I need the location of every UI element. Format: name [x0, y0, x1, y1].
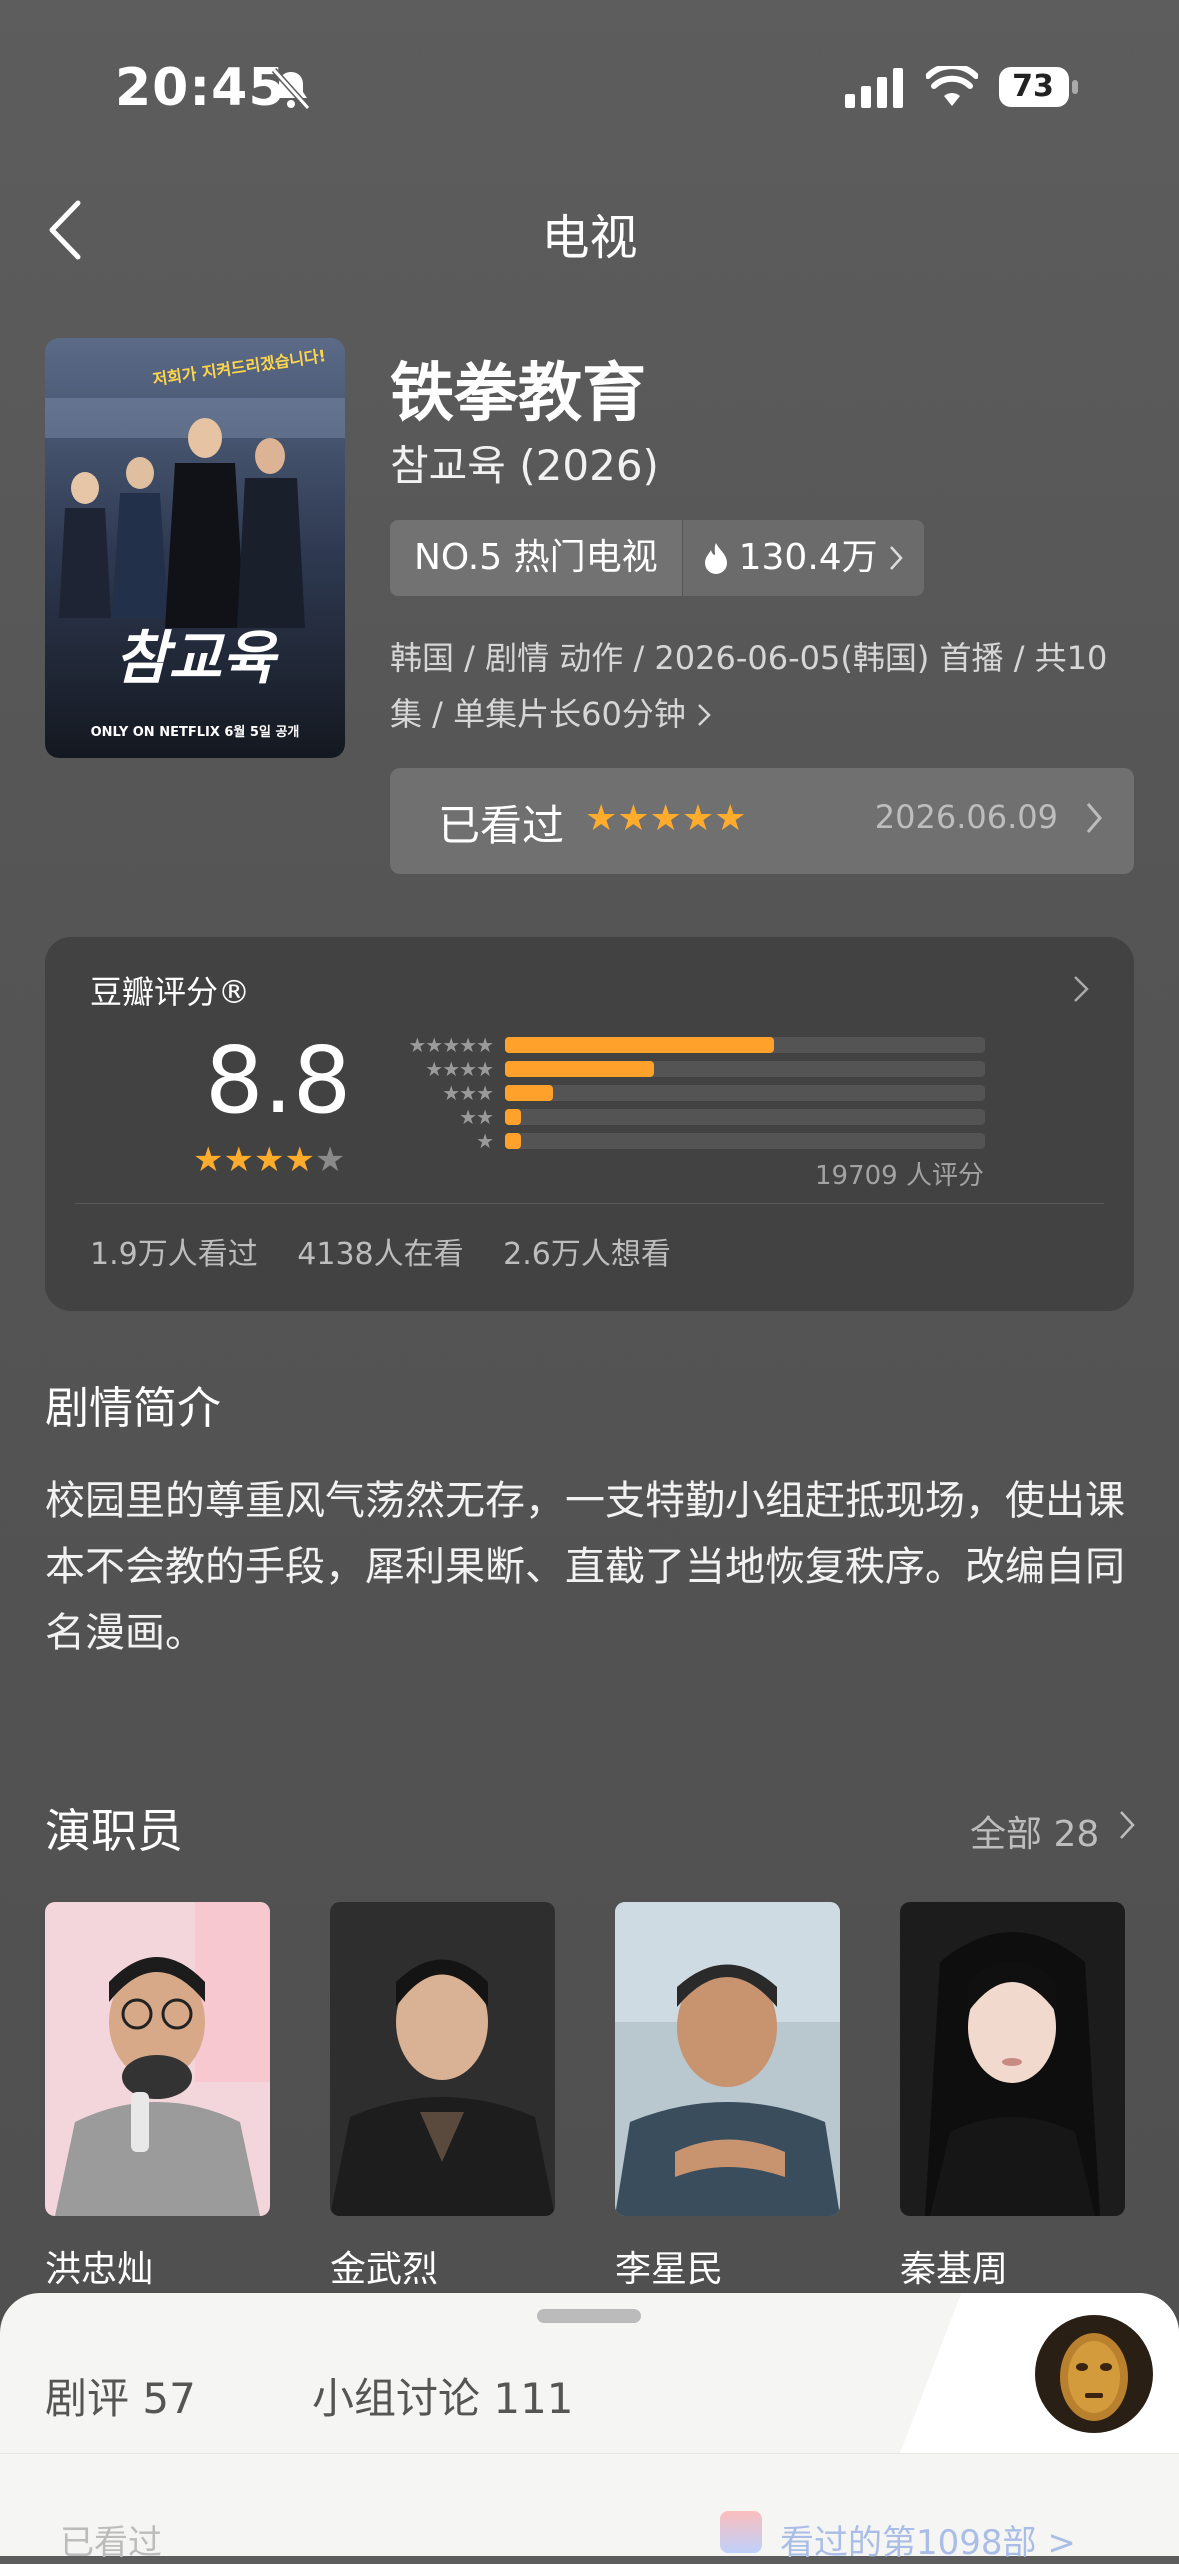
- tab-group-discussions[interactable]: 小组讨论 111: [312, 2365, 574, 2426]
- cast-card[interactable]: 金武烈: [330, 1902, 555, 2292]
- rating-bar-fill: [505, 1085, 553, 1101]
- cast-name: 李星民: [615, 2249, 724, 2290]
- bottom-sheet[interactable]: 剧评 57 小组讨论 111 已看过 看过的第1098部 >: [0, 2293, 1179, 2563]
- cast-photo: [615, 1902, 840, 2216]
- rating-bar-fill: [505, 1037, 774, 1053]
- synopsis-text[interactable]: 校园里的尊重风气荡然无存，一支特勤小组赶抵现场，使出课本不会教的手段，犀利果断、…: [45, 1468, 1135, 1666]
- nav-title: 电视: [541, 210, 638, 266]
- stat-watched[interactable]: 1.9万人看过: [90, 1237, 258, 1272]
- cast-photo: [900, 1902, 1125, 2216]
- wifi-icon: [926, 66, 978, 106]
- cast-photo: [45, 1902, 270, 2216]
- watched-status-button[interactable]: 已看过 ★★★★★ 2026.06.09: [390, 768, 1134, 874]
- rating-row-4-star: ★★★★: [383, 1057, 985, 1081]
- audience-stats: 1.9万人看过 4138人在看 2.6万人想看: [90, 1229, 701, 1273]
- cast-photo: [330, 1902, 555, 2216]
- faint-watch-count[interactable]: 看过的第1098部 >: [780, 2515, 1076, 2564]
- rating-bar-track: [505, 1133, 985, 1149]
- tab-reviews[interactable]: 剧评 57: [45, 2365, 196, 2426]
- heat-value: 130.4万: [738, 537, 878, 578]
- rating-bar-track: [505, 1037, 985, 1053]
- meta-chevron-icon: [698, 704, 711, 726]
- rating-row-2-star: ★★: [383, 1105, 985, 1129]
- user-avatar[interactable]: [1035, 2315, 1153, 2433]
- cast-all-link[interactable]: 全部 28: [970, 1805, 1099, 1857]
- rating-row-1-star: ★: [383, 1129, 985, 1153]
- rating-row-3-star: ★★★: [383, 1081, 985, 1105]
- chevron-right-icon: [1074, 976, 1089, 1002]
- stat-want[interactable]: 2.6万人想看: [503, 1237, 671, 1272]
- poster-footer-text: ONLY ON NETFLIX 6월 5일 공개: [91, 724, 300, 740]
- chevron-right-icon[interactable]: [1118, 1808, 1136, 1842]
- watched-date: 2026.06.09: [874, 798, 1058, 836]
- rank-badge[interactable]: NO.5 热门电视 130.4万: [390, 520, 924, 596]
- sheet-drag-handle[interactable]: [537, 2309, 641, 2323]
- cast-name: 洪忠灿: [45, 2249, 154, 2290]
- cast-title: 演职员: [45, 1804, 183, 1858]
- faint-watched-label: 已看过: [60, 2523, 162, 2563]
- poster-image[interactable]: 참교육 저희가 지켜드리겠습니다! ONLY ON NETFLIX 6월 5일 …: [45, 338, 345, 758]
- show-original-title: 참교육 (2026): [390, 441, 659, 490]
- show-meta-text: 韩国 / 剧情 动作 / 2026-06-05(韩国) 首播 / 共10集 / …: [390, 639, 1108, 733]
- rating-label: 豆瓣评分®: [90, 973, 251, 1011]
- rating-bar-fill: [505, 1133, 521, 1149]
- stat-watching[interactable]: 4138人在看: [297, 1237, 463, 1272]
- battery-icon: 73: [998, 66, 1080, 108]
- heat-section[interactable]: 130.4万: [681, 520, 924, 596]
- rating-card[interactable]: 豆瓣评分® 8.8 ★★★★★ ★★★★★ ★★★★ ★★★ ★★ ★ 19709 人评…: [45, 937, 1134, 1311]
- rating-bar-fill: [505, 1109, 521, 1125]
- watched-label: 已看过: [438, 801, 565, 850]
- cast-card[interactable]: 秦基周: [900, 1902, 1125, 2292]
- rating-full-stars: ★★★★: [193, 1140, 315, 1180]
- cast-name: 秦基周: [900, 2249, 1009, 2290]
- bell-muted-icon: [271, 67, 311, 111]
- chevron-right-icon: [889, 546, 903, 570]
- battery-level: 73: [1012, 69, 1054, 104]
- rating-row-5-star: ★★★★★: [383, 1033, 985, 1057]
- cast-name: 金武烈: [330, 2249, 439, 2290]
- poster-title-text: 참교육: [115, 624, 280, 692]
- rating-bar-track: [505, 1061, 985, 1077]
- divider: [75, 1203, 1104, 1204]
- rating-count: 19709 人评分: [815, 1161, 984, 1191]
- rating-row-stars: ★★★★: [425, 1057, 494, 1081]
- rating-bar-track: [505, 1109, 985, 1125]
- show-meta[interactable]: 韩国 / 剧情 动作 / 2026-06-05(韩国) 首播 / 共10集 / …: [390, 630, 1130, 742]
- signal-icon: [845, 68, 903, 108]
- rank-label: NO.5 热门电视: [390, 520, 682, 596]
- rating-half-star: ★: [314, 1140, 346, 1180]
- flame-icon: [704, 543, 727, 574]
- cast-card[interactable]: 李星民: [615, 1902, 840, 2292]
- show-title: 铁拳教育: [390, 357, 646, 431]
- synopsis-title: 剧情简介: [45, 1383, 221, 1434]
- rating-row-stars: ★★★: [442, 1081, 494, 1105]
- chevron-right-icon: [1086, 803, 1102, 833]
- rating-bar-fill: [505, 1061, 654, 1077]
- divider: [0, 2453, 1179, 2454]
- rating-bar-track: [505, 1085, 985, 1101]
- badge-icon: [720, 2511, 762, 2553]
- rating-row-stars: ★★: [459, 1105, 494, 1129]
- rating-stars: ★★★★★: [193, 1140, 345, 1180]
- status-time: 20:45: [115, 58, 286, 118]
- cast-card[interactable]: 洪忠灿: [45, 1902, 270, 2292]
- rating-row-stars: ★: [476, 1129, 494, 1153]
- my-rating-stars: ★★★★★: [585, 798, 747, 839]
- rating-row-stars: ★★★★★: [408, 1033, 494, 1057]
- rating-score: 8.8: [205, 1027, 352, 1134]
